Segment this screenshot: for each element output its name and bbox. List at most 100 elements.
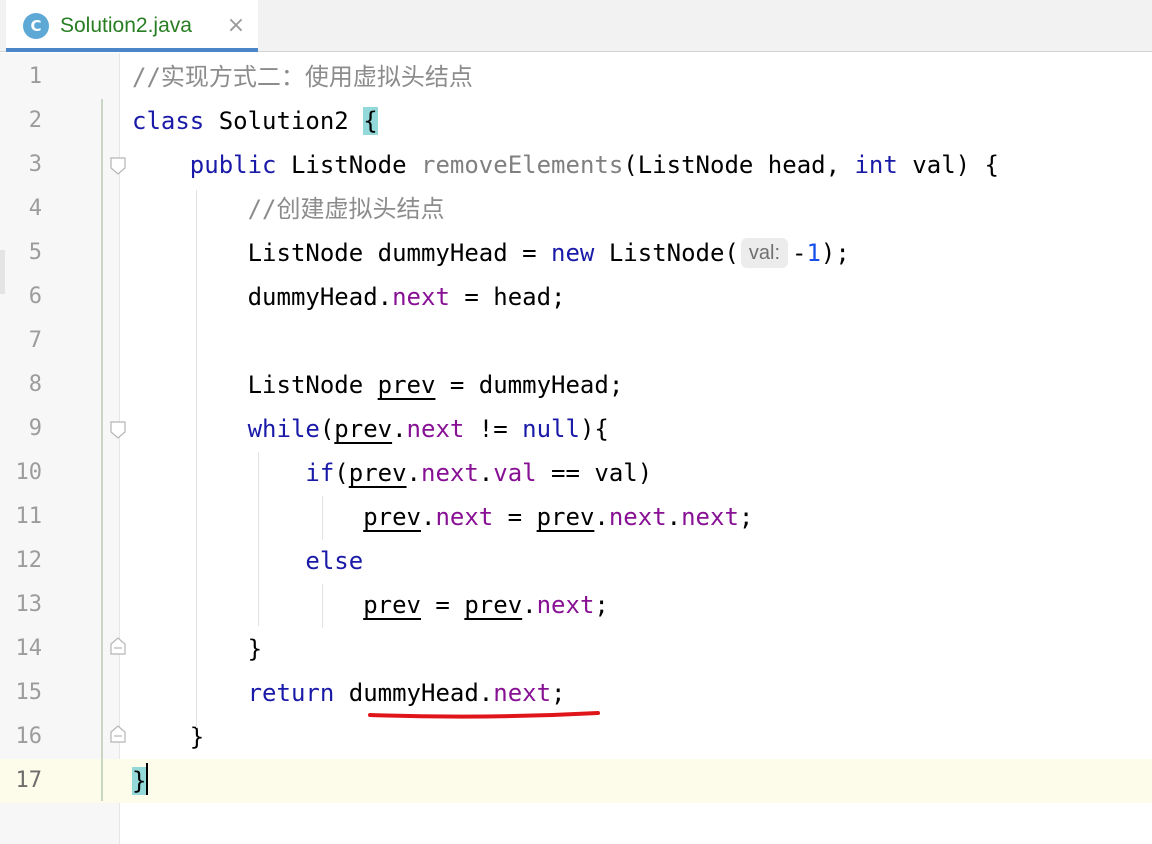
code-token: null bbox=[522, 415, 580, 443]
editor-tab-bar: C Solution2.java × bbox=[0, 0, 1152, 52]
code-token: { bbox=[363, 107, 378, 135]
code-line[interactable]: 9 while(prev.next != null){ bbox=[0, 407, 1152, 451]
code-token: . bbox=[420, 503, 436, 531]
code-text: class Solution2 { bbox=[132, 99, 378, 143]
code-token: return bbox=[247, 679, 335, 707]
fold-close-icon[interactable] bbox=[110, 637, 126, 655]
close-icon[interactable]: × bbox=[222, 12, 250, 40]
line-number: 10 bbox=[15, 460, 43, 485]
fold-close-icon[interactable] bbox=[110, 725, 126, 743]
line-number: 15 bbox=[15, 680, 43, 705]
code-token: Solution2 bbox=[204, 107, 364, 135]
code-token: next bbox=[406, 415, 465, 443]
line-number: 4 bbox=[28, 196, 42, 221]
code-token: val bbox=[493, 459, 537, 487]
code-token: prev bbox=[363, 503, 421, 531]
fold-open-icon[interactable] bbox=[110, 421, 126, 439]
line-number: 12 bbox=[15, 548, 43, 573]
code-token: . bbox=[406, 459, 421, 487]
code-token: ); bbox=[820, 239, 850, 267]
code-token: } bbox=[132, 635, 263, 663]
code-line[interactable]: 17} bbox=[0, 759, 1152, 803]
line-number: 14 bbox=[15, 636, 43, 661]
code-token: prev bbox=[377, 371, 436, 399]
indent-guide bbox=[258, 452, 259, 626]
code-text: //创建虚拟头结点 bbox=[132, 187, 445, 231]
code-token: 1 bbox=[806, 239, 821, 267]
code-token: - bbox=[792, 239, 807, 267]
code-token: next bbox=[421, 459, 479, 487]
code-token: prev bbox=[334, 415, 393, 443]
line-number: 2 bbox=[28, 108, 42, 133]
code-token: . bbox=[392, 415, 407, 443]
java-class-icon: C bbox=[23, 13, 49, 39]
code-token: . bbox=[478, 459, 494, 487]
code-token: new bbox=[551, 239, 595, 267]
code-line[interactable]: 2 class Solution2 { bbox=[0, 99, 1152, 143]
code-line[interactable]: 1 //实现方式二：使用虚拟头结点 bbox=[0, 55, 1152, 99]
code-text: while(prev.next != null){ bbox=[132, 407, 609, 451]
line-number: 9 bbox=[28, 416, 42, 441]
code-line[interactable]: 3 public ListNode removeElements(ListNod… bbox=[0, 143, 1152, 187]
line-number: 8 bbox=[28, 372, 42, 397]
code-token: ; bbox=[551, 679, 566, 707]
code-line[interactable]: 7 bbox=[0, 319, 1152, 363]
code-token: prev bbox=[464, 591, 523, 619]
code-line[interactable]: 13 prev = prev.next; bbox=[0, 583, 1152, 627]
code-text: prev = prev.next; bbox=[132, 583, 609, 627]
line-number: 3 bbox=[28, 152, 42, 177]
code-token: public bbox=[189, 151, 277, 179]
tab-solution2-java[interactable]: C Solution2.java × bbox=[6, 0, 258, 52]
fold-open-icon[interactable] bbox=[110, 157, 126, 175]
code-token: } bbox=[132, 723, 205, 751]
line-number: 16 bbox=[15, 724, 43, 749]
line-number: 6 bbox=[28, 284, 42, 309]
code-line[interactable]: 4 //创建虚拟头结点 bbox=[0, 187, 1152, 231]
code-line[interactable]: 6 dummyHead.next = head; bbox=[0, 275, 1152, 319]
indent-guide bbox=[196, 190, 197, 728]
tab-title: Solution2.java bbox=[60, 14, 192, 37]
code-token: ListNode bbox=[276, 151, 421, 179]
code-token: ListNode dummyHead = bbox=[132, 239, 552, 267]
code-line[interactable]: 5 ListNode dummyHead = new ListNode(val:… bbox=[0, 231, 1152, 275]
code-token: . bbox=[522, 591, 537, 619]
line-number: 17 bbox=[15, 768, 43, 793]
code-token: if bbox=[305, 459, 335, 487]
code-text: public ListNode removeElements(ListNode … bbox=[132, 143, 999, 187]
code-line[interactable]: 8 ListNode prev = dummyHead; bbox=[0, 363, 1152, 407]
code-line[interactable]: 10 if(prev.next.val == val) bbox=[0, 451, 1152, 495]
code-text: } bbox=[132, 627, 262, 671]
code-token: int bbox=[854, 151, 898, 179]
code-token: next bbox=[435, 503, 494, 531]
code-token: removeElements bbox=[421, 151, 624, 179]
code-token: = head; bbox=[449, 283, 566, 311]
code-token: next bbox=[392, 283, 450, 311]
code-token: . bbox=[666, 503, 682, 531]
code-token: ; bbox=[594, 591, 609, 619]
code-line[interactable]: 11 prev.next = prev.next.next; bbox=[0, 495, 1152, 539]
code-token: } bbox=[132, 767, 147, 795]
code-line[interactable]: 14 } bbox=[0, 627, 1152, 671]
code-token: dummyHead. bbox=[132, 283, 393, 311]
code-token: else bbox=[305, 547, 364, 575]
line-number: 11 bbox=[15, 504, 43, 529]
code-token: ListNode( bbox=[594, 239, 739, 267]
code-token: prev bbox=[536, 503, 595, 531]
code-line[interactable]: 12 else bbox=[0, 539, 1152, 583]
line-number: 1 bbox=[28, 64, 42, 89]
code-token: . bbox=[594, 503, 609, 531]
code-token: (ListNode head, bbox=[623, 151, 855, 179]
code-token: while bbox=[247, 415, 320, 443]
code-token: != bbox=[464, 415, 523, 443]
code-text: } bbox=[132, 715, 204, 759]
code-token: //实现方式二：使用虚拟头结点 bbox=[132, 63, 473, 91]
text-caret bbox=[146, 763, 149, 795]
parameter-hint: val: bbox=[740, 238, 789, 268]
code-token: prev bbox=[363, 591, 421, 619]
